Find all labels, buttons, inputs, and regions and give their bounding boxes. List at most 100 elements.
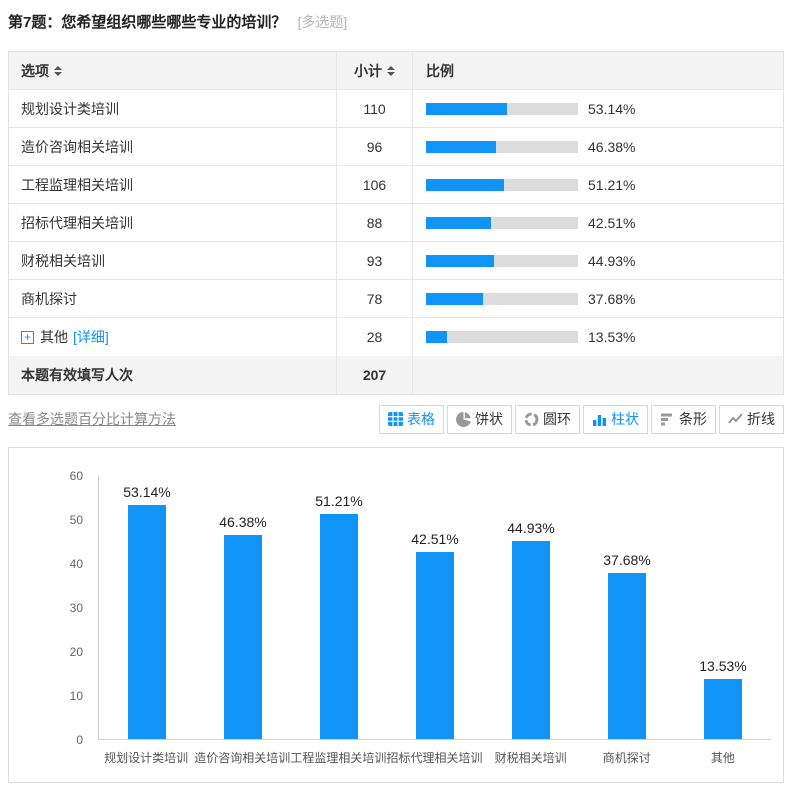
bar (128, 505, 166, 739)
ratio-bar-track (426, 178, 578, 191)
table-row: + 其他 [详细] 28 13.53% (9, 318, 783, 356)
y-axis-tick-label: 50 (69, 513, 83, 527)
chart-type-button-donut[interactable]: 圆环 (515, 404, 580, 434)
table-body: 规划设计类培训 110 53.14% 造价咨询相关培训 96 46.38% 工程监理相关培训… (9, 90, 783, 356)
option-label: 其他 (40, 329, 68, 345)
header-option-label: 选项 (21, 62, 49, 79)
bar-slot: 46.38% (195, 476, 291, 739)
x-axis-category-label: 造价咨询相关培训 (194, 751, 291, 765)
bar-slot: 42.51% (387, 476, 483, 739)
ratio-percent-label: 37.68% (588, 290, 636, 307)
x-axis-category-label: 商机探讨 (602, 751, 651, 765)
ratio-cell: 42.51% (413, 204, 783, 241)
x-axis-category-label: 规划设计类培训 (104, 751, 189, 765)
x-axis-category-label: 财税相关培训 (494, 751, 567, 765)
count-cell: 106 (337, 166, 413, 203)
bar (320, 513, 358, 739)
results-table: 选项 小计 比例 规划设计类培训 110 53.14% 造价咨询相关培训 96 46.38… (8, 51, 784, 395)
ratio-bar-track (426, 331, 578, 343)
table-row: 招标代理相关培训 88 42.51% (9, 204, 783, 242)
bar-value-label: 44.93% (507, 520, 555, 537)
chart-type-label: 圆环 (543, 411, 571, 427)
expand-plus-icon[interactable]: + (21, 330, 34, 344)
count-cell: 28 (337, 318, 413, 356)
sort-icon[interactable] (54, 65, 62, 76)
table-row: 工程监理相关培训 106 51.21% (9, 166, 783, 204)
footer-label-cell: 本题有效填写人次 (9, 356, 337, 394)
table-row: 规划设计类培训 110 53.14% (9, 90, 783, 128)
option-cell: 工程监理相关培训 (9, 166, 337, 203)
table-header-row: 选项 小计 比例 (9, 52, 783, 90)
y-axis-tick-label: 30 (69, 601, 83, 615)
ratio-bar-fill (426, 292, 484, 305)
header-count[interactable]: 小计 (337, 52, 413, 89)
chart-plot-area: 53.14% 46.38% 51.21% 42.51% 44.93% 37.68% 13.5… (98, 476, 771, 740)
chart-type-button-table[interactable]: 表格 (379, 404, 444, 434)
chart-type-button-hbars[interactable]: 条形 (651, 404, 716, 434)
option-label: 商机探讨 (21, 290, 77, 307)
ratio-bar-track (426, 140, 578, 153)
ratio-bar-fill (426, 331, 447, 343)
chart-type-label: 折线 (747, 411, 775, 427)
bar (608, 573, 646, 739)
footer-count: 207 (362, 367, 387, 383)
table-row: 商机探讨 78 37.68% (9, 280, 783, 318)
option-cell: 商机探讨 (9, 280, 337, 317)
option-cell: 造价咨询相关培训 (9, 128, 337, 165)
detail-link[interactable]: [详细] (73, 327, 109, 347)
bar-value-label: 42.51% (411, 530, 459, 547)
footer-ratio-cell (413, 356, 783, 394)
ratio-cell: 13.53% (413, 318, 783, 356)
ratio-bar-fill (426, 216, 491, 229)
column-icon (592, 412, 607, 426)
bar (704, 679, 742, 739)
chart-type-button-pie[interactable]: 饼状 (447, 404, 512, 434)
hbars-icon (660, 412, 675, 426)
x-axis-category-label: 招标代理相关培训 (386, 751, 483, 765)
ratio-percent-label: 46.38% (588, 138, 636, 155)
ratio-bar-track (426, 254, 578, 267)
y-axis-tick-label: 10 (69, 689, 83, 703)
header-option[interactable]: 选项 (9, 52, 337, 89)
bar-slot: 37.68% (579, 476, 675, 739)
chart-type-label: 柱状 (611, 411, 639, 427)
header-ratio-label: 比例 (426, 62, 454, 79)
ratio-bar-track (426, 292, 578, 305)
bar-value-label: 51.21% (315, 492, 363, 509)
y-axis-tick-label: 60 (69, 469, 83, 483)
ratio-percent-label: 44.93% (588, 252, 636, 269)
sort-icon[interactable] (387, 65, 395, 76)
chart-type-label: 表格 (407, 411, 435, 427)
option-cell: 招标代理相关培训 (9, 204, 337, 241)
option-label: 工程监理相关培训 (21, 176, 133, 193)
question-title: 第7题：您希望组织哪些哪些专业的培训？ [多选题] (8, 11, 792, 32)
count-cell: 88 (337, 204, 413, 241)
option-cell: 规划设计类培训 (9, 90, 337, 127)
ratio-bar-fill (426, 178, 504, 191)
chart-type-label: 条形 (679, 411, 707, 427)
chart-toolbar: 查看多选题百分比计算方法 表格 饼状 圆环 柱状 条形 折线 (8, 404, 784, 434)
count-cell: 93 (337, 242, 413, 279)
y-axis-tick-label: 20 (69, 645, 83, 659)
question-type-tag: [多选题] (297, 14, 348, 30)
ratio-cell: 44.93% (413, 242, 783, 279)
bar (512, 541, 550, 739)
count-cell: 110 (337, 90, 413, 127)
ratio-cell: 51.21% (413, 166, 783, 203)
x-axis-category-label: 工程监理相关培训 (290, 751, 387, 765)
bar-value-label: 37.68% (603, 552, 651, 569)
option-label: 招标代理相关培训 (21, 214, 133, 231)
bar-slot: 51.21% (291, 476, 387, 739)
header-count-label: 小计 (354, 62, 382, 79)
ratio-cell: 37.68% (413, 280, 783, 317)
percentage-method-link[interactable]: 查看多选题百分比计算方法 (8, 409, 176, 429)
bar-chart: 53.14% 46.38% 51.21% 42.51% 44.93% 37.68% 13.5… (8, 447, 784, 783)
table-row: 造价咨询相关培训 96 46.38% (9, 128, 783, 166)
chart-type-button-line[interactable]: 折线 (719, 404, 784, 434)
option-cell: + 其他 [详细] (9, 318, 337, 356)
pie-icon (456, 411, 471, 427)
bar (416, 551, 454, 739)
bar-value-label: 13.53% (699, 658, 747, 675)
chart-type-button-column[interactable]: 柱状 (583, 404, 648, 434)
y-axis-tick-label: 40 (69, 557, 83, 571)
